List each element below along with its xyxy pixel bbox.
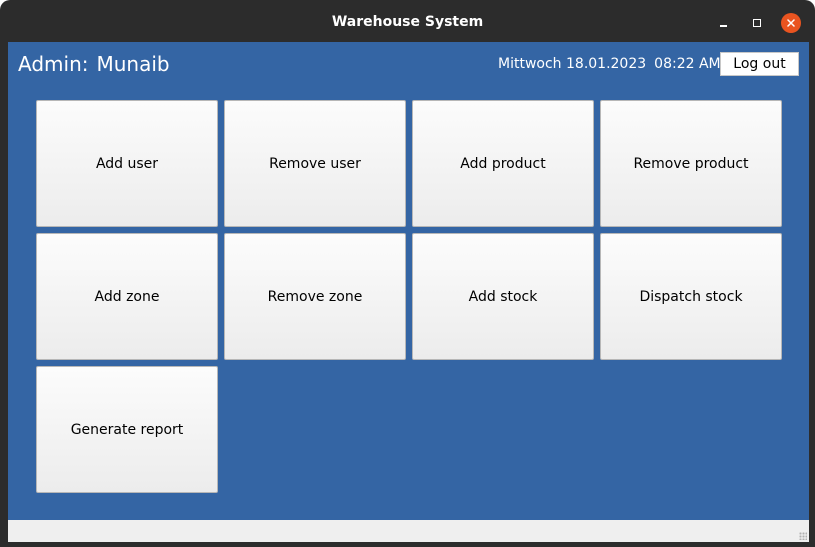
- generate-report-button[interactable]: Generate report: [36, 366, 218, 493]
- app-window: Warehouse System Admin: Munaib Mittwoch 1…: [0, 0, 815, 547]
- minimize-icon: [719, 25, 727, 27]
- status-bar: [8, 520, 809, 542]
- time-label: 08:22 AM: [654, 56, 721, 72]
- admin-label: Admin:: [18, 52, 89, 76]
- remove-zone-button[interactable]: Remove zone: [224, 233, 406, 360]
- close-icon: [787, 19, 795, 27]
- remove-user-button[interactable]: Remove user: [224, 100, 406, 227]
- remove-product-button[interactable]: Remove product: [600, 100, 782, 227]
- add-zone-button[interactable]: Add zone: [36, 233, 218, 360]
- close-button[interactable]: [781, 13, 801, 33]
- weekday-label: Mittwoch: [498, 56, 562, 72]
- main-panel: Admin: Munaib Mittwoch 18.01.2023 08:22 AM…: [8, 42, 809, 520]
- add-stock-button[interactable]: Add stock: [412, 233, 594, 360]
- window-frame-bottom: [0, 542, 815, 547]
- maximize-icon: [753, 19, 761, 27]
- add-product-button[interactable]: Add product: [412, 100, 594, 227]
- title-bar[interactable]: Warehouse System: [0, 0, 815, 42]
- logout-button[interactable]: Log out: [720, 52, 799, 76]
- add-user-button[interactable]: Add user: [36, 100, 218, 227]
- minimize-button[interactable]: [713, 13, 733, 33]
- admin-info: Admin: Munaib: [18, 52, 170, 76]
- resize-grip-icon[interactable]: [799, 532, 807, 540]
- window-title: Warehouse System: [331, 14, 484, 30]
- admin-name: Munaib: [96, 52, 170, 76]
- window-frame-right: [809, 42, 815, 547]
- dispatch-stock-button[interactable]: Dispatch stock: [600, 233, 782, 360]
- date-label: 18.01.2023: [566, 56, 647, 72]
- maximize-button[interactable]: [747, 13, 767, 33]
- window-frame-left: [0, 42, 8, 547]
- datetime-display: Mittwoch 18.01.2023 08:22 AM: [498, 56, 721, 72]
